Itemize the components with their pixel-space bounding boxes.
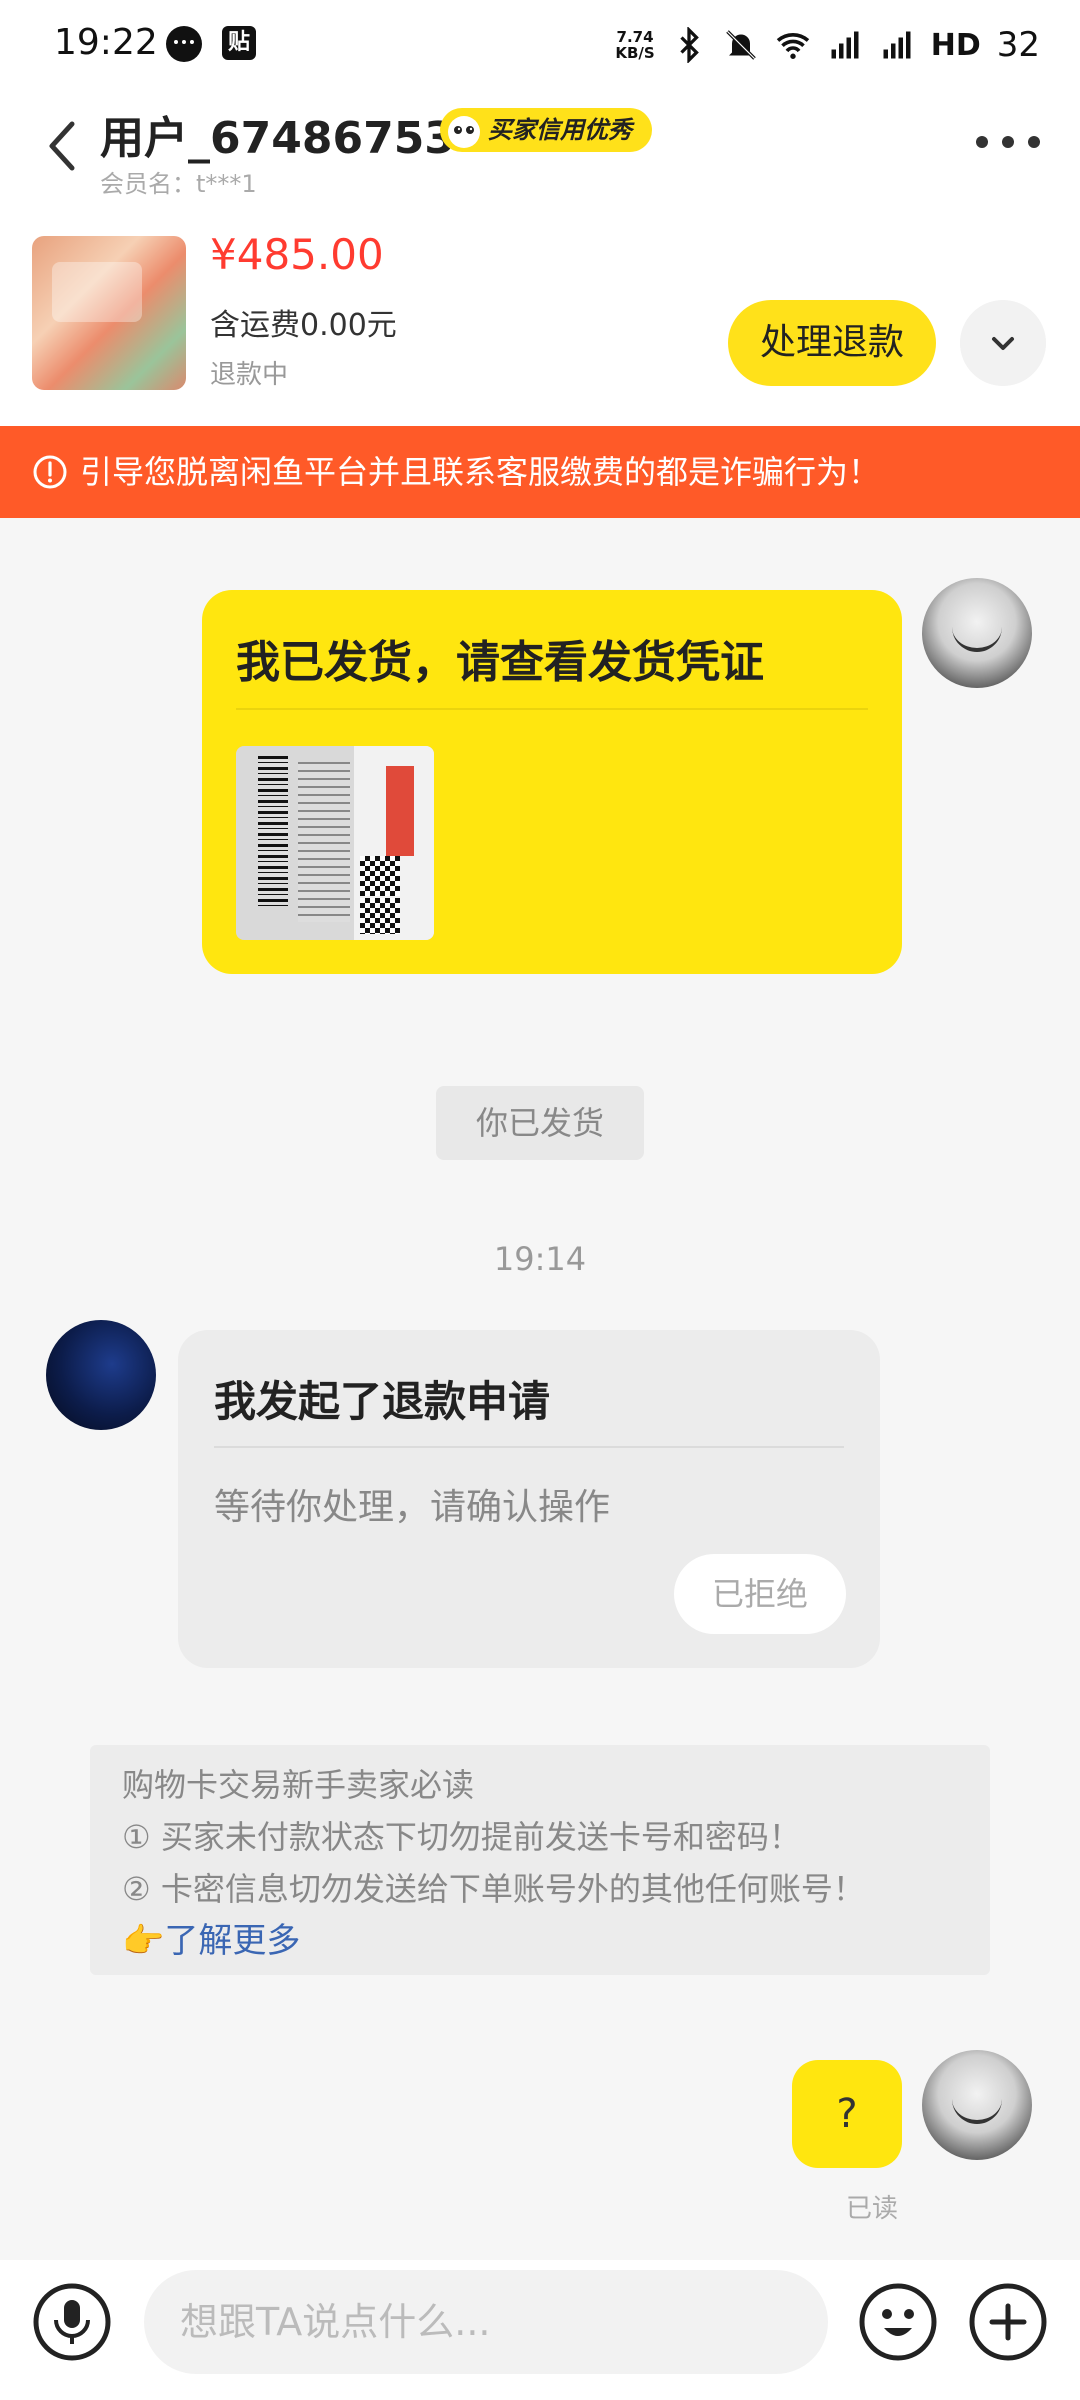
chevron-down-icon[interactable] (960, 300, 1046, 386)
fish-mascot-icon (448, 116, 480, 148)
wifi-icon (776, 33, 809, 59)
my-avatar[interactable] (922, 2050, 1032, 2160)
refund-request-card[interactable]: 我发起了退款申请 等待你处理，请确认操作 已拒绝 (178, 1330, 880, 1668)
product-status: 退款中 (210, 360, 289, 390)
card-divider (236, 708, 868, 710)
plus-circle-icon[interactable] (968, 2282, 1048, 2362)
net-speed: 7.74 KB/S (615, 29, 654, 61)
status-time: 19:22 (54, 22, 158, 63)
refund-card-title: 我发起了退款申请 (214, 1377, 551, 1426)
card-divider (214, 1446, 844, 1448)
product-shipping: 含运费0.00元 (210, 308, 397, 343)
hd-indicator: HD (930, 27, 981, 63)
pointing-hand-icon: 👉 (122, 1921, 165, 1961)
microphone-icon[interactable] (32, 2282, 112, 2362)
chat-header: 用户_67486753 买家信用优秀 会员名：t***1 (0, 90, 1080, 200)
read-status: 已读 (846, 2194, 899, 2224)
message-input[interactable] (144, 2270, 828, 2374)
fraud-warning-text: 引导您脱离闲鱼平台并且联系客服缴费的都是诈骗行为！ (80, 453, 881, 491)
shipped-card-title: 我已发货，请查看发货凭证 (236, 637, 764, 688)
status-right-group: 7.74 KB/S HD 32 (615, 20, 1040, 70)
bluetooth-icon (680, 27, 699, 63)
fraud-warning-banner: 引导您脱离闲鱼平台并且联系客服缴费的都是诈骗行为！ (0, 426, 1080, 518)
product-card[interactable]: ¥485.00 含运费0.00元 退款中 处理退款 (0, 200, 1080, 426)
shipped-proof-card[interactable]: 我已发货，请查看发货凭证 (202, 590, 902, 974)
credit-badge[interactable]: 买家信用优秀 (440, 108, 652, 152)
system-shipped-notice: 你已发货 (436, 1086, 644, 1160)
learn-more-link[interactable]: 👉了解更多 (122, 1915, 958, 1967)
my-avatar[interactable] (922, 578, 1032, 688)
exclamation-circle-icon (33, 455, 67, 489)
buyer-avatar[interactable] (46, 1320, 156, 1430)
4g-signal-icon (883, 31, 911, 59)
refund-card-description: 等待你处理，请确认操作 (214, 1487, 611, 1528)
question-message-bubble[interactable]: ? (792, 2060, 902, 2168)
notice-line: 购物卡交易新手卖家必读 (122, 1766, 475, 1804)
product-price: ¥485.00 (210, 230, 384, 279)
seller-notice-box: 购物卡交易新手卖家必读 ① 买家未付款状态下切勿提前发送卡号和密码！ ② 卡密信… (90, 1745, 990, 1975)
member-name: 会员名：t***1 (100, 170, 257, 198)
shipping-receipt-image[interactable] (236, 746, 434, 940)
status-bar: 19:22 贴 7.74 KB/S HD 32 (0, 0, 1080, 90)
chat-username[interactable]: 用户_67486753 (100, 102, 455, 166)
message-input-bar (0, 2260, 1080, 2400)
5g-signal-icon (831, 31, 859, 59)
handle-refund-button[interactable]: 处理退款 (728, 300, 936, 386)
notice-line: ① 买家未付款状态下切勿提前发送卡号和密码！ (122, 1818, 801, 1856)
credit-badge-label: 买家信用优秀 (488, 116, 632, 144)
more-dots-icon[interactable] (976, 130, 1040, 154)
muted-bell-icon (725, 30, 756, 60)
battery-level: 32 (996, 25, 1040, 65)
back-arrow-icon[interactable] (40, 110, 90, 180)
message-timestamp: 19:14 (493, 1240, 587, 1278)
net-speed-unit: KB/S (615, 44, 655, 62)
net-speed-value: 7.74 (616, 28, 654, 46)
learn-more-label: 了解更多 (164, 1921, 301, 1961)
product-thumbnail[interactable] (32, 236, 186, 390)
notice-line: ② 卡密信息切勿发送给下单账号外的其他任何账号！ (122, 1870, 865, 1908)
tie-app-icon: 贴 (222, 26, 256, 60)
emoji-icon[interactable] (858, 2282, 938, 2362)
rejected-button[interactable]: 已拒绝 (674, 1554, 846, 1634)
chat-bubble-icon (166, 26, 202, 62)
